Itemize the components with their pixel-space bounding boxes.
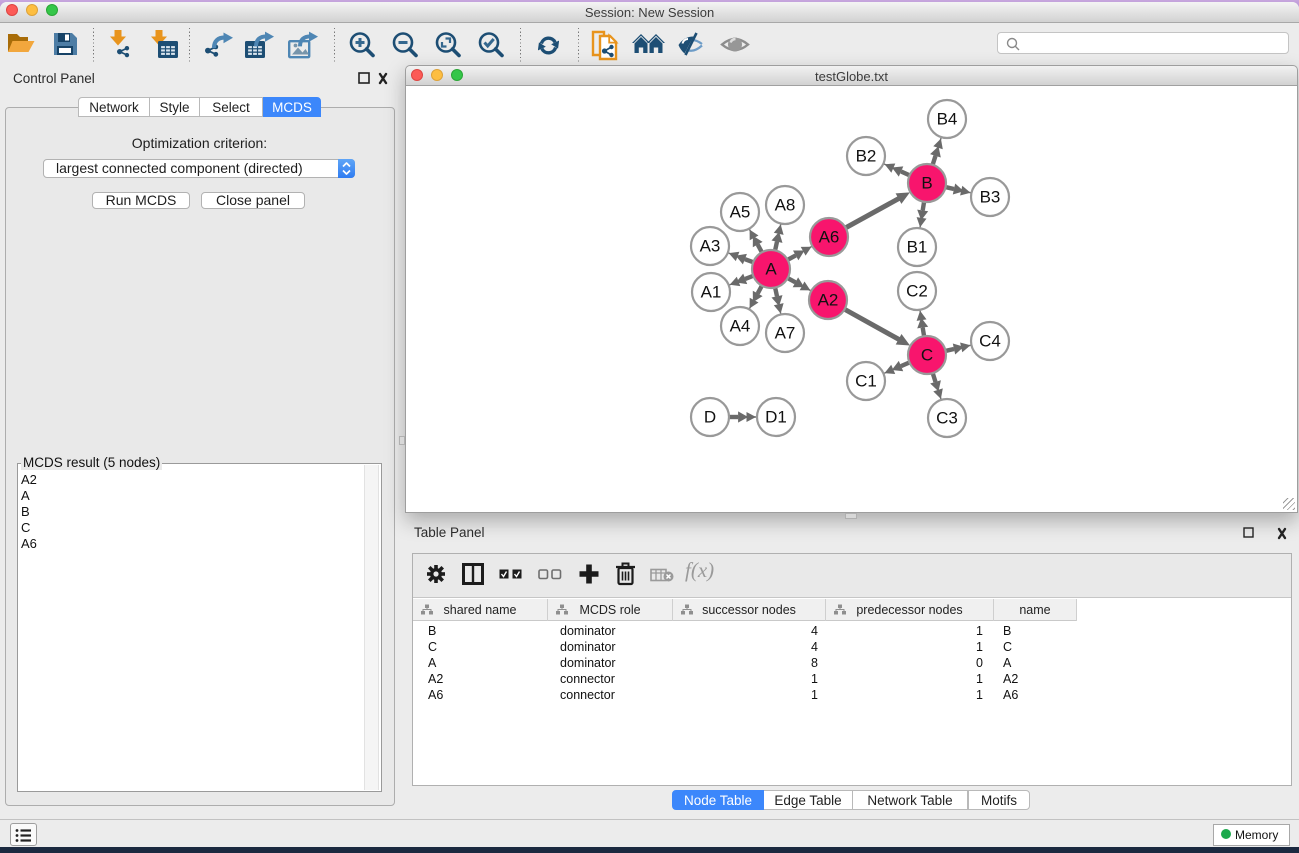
svg-text:A3: A3	[700, 237, 721, 256]
svg-text:A7: A7	[775, 324, 796, 343]
svg-text:A2: A2	[818, 291, 839, 310]
svg-text:B: B	[921, 174, 932, 193]
svg-text:A6: A6	[819, 228, 840, 247]
svg-text:B4: B4	[937, 110, 958, 129]
svg-text:C: C	[921, 346, 933, 365]
svg-text:A5: A5	[730, 203, 751, 222]
svg-text:A1: A1	[701, 283, 722, 302]
svg-text:C4: C4	[979, 332, 1001, 351]
svg-text:D1: D1	[765, 408, 787, 427]
svg-text:C2: C2	[906, 282, 928, 301]
svg-text:D: D	[704, 408, 716, 427]
svg-text:B1: B1	[907, 238, 928, 257]
svg-text:B2: B2	[856, 147, 877, 166]
svg-text:B3: B3	[980, 188, 1001, 207]
svg-text:C3: C3	[936, 409, 958, 428]
svg-text:A4: A4	[730, 317, 751, 336]
svg-text:C1: C1	[855, 372, 877, 391]
svg-text:A8: A8	[775, 196, 796, 215]
svg-text:A: A	[765, 260, 777, 279]
